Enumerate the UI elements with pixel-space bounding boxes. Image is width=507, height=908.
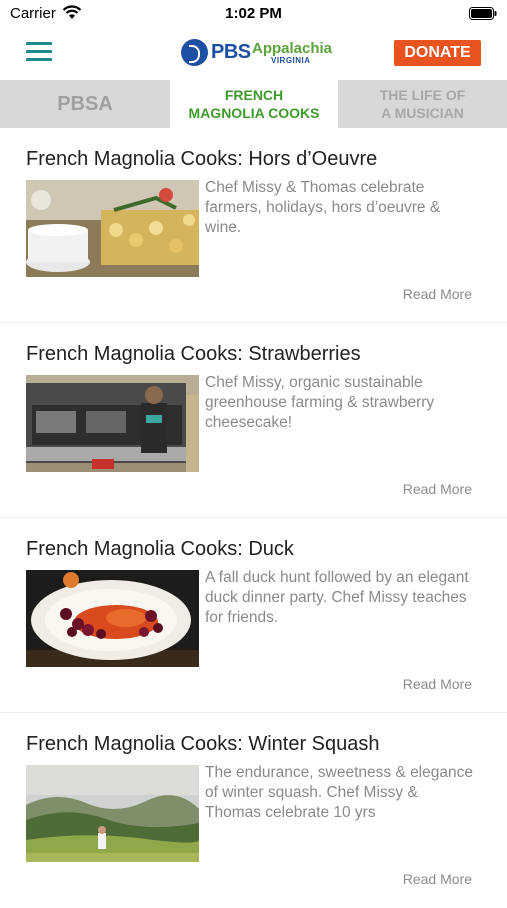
- list-item[interactable]: French Magnolia Cooks: Hors d’Oeuvre Che…: [0, 128, 507, 323]
- tab-label-line1: FRENCH: [224, 87, 284, 103]
- tab-label-line2: A MUSICIAN: [381, 105, 464, 121]
- battery-icon: [469, 7, 497, 25]
- donate-button[interactable]: DONATE: [394, 40, 481, 66]
- tab-bar: PBSA FRENCH MAGNOLIA COOKS THE LIFE OF A…: [0, 80, 507, 128]
- list-item[interactable]: French Magnolia Cooks: Strawberries Chef…: [0, 323, 507, 518]
- hamburger-menu-icon[interactable]: [26, 42, 52, 64]
- read-more-link[interactable]: Read More: [403, 286, 472, 302]
- article-title[interactable]: French Magnolia Cooks: Winter Squash: [26, 733, 380, 756]
- read-more-link[interactable]: Read More: [403, 676, 472, 692]
- article-description: Chef Missy, organic sustainable greenhou…: [205, 374, 435, 431]
- read-more-link[interactable]: Read More: [403, 481, 472, 497]
- logo-virginia-text: VIRGINIA: [271, 56, 311, 65]
- status-bar: Carrier 1:02 PM: [0, 0, 507, 28]
- article-title[interactable]: French Magnolia Cooks: Strawberries: [26, 343, 361, 366]
- logo-appalachia-text: Appalachia: [252, 40, 333, 57]
- article-description: A fall duck hunt followed by an elegant …: [205, 569, 469, 626]
- tab-life-of-a-musician[interactable]: THE LIFE OF A MUSICIAN: [338, 80, 507, 128]
- tab-label: PBSA: [57, 92, 113, 115]
- tab-pbsa[interactable]: PBSA: [0, 80, 170, 128]
- app-header: PBS Appalachia VIRGINIA DONATE: [0, 28, 507, 80]
- tab-french-magnolia-cooks[interactable]: FRENCH MAGNOLIA COOKS: [170, 80, 338, 128]
- tab-label-line1: THE LIFE OF: [379, 87, 466, 103]
- article-thumbnail[interactable]: [26, 180, 199, 277]
- status-time: 1:02 PM: [225, 5, 282, 22]
- list-item[interactable]: French Magnolia Cooks: Winter Squash The…: [0, 713, 507, 908]
- article-thumbnail[interactable]: [26, 570, 199, 667]
- article-description: The endurance, sweetness & elegance of w…: [205, 764, 473, 821]
- article-title[interactable]: French Magnolia Cooks: Duck: [26, 538, 294, 561]
- article-thumbnail[interactable]: [26, 375, 199, 472]
- logo-pbs-text: PBS: [211, 41, 251, 63]
- article-title[interactable]: French Magnolia Cooks: Hors d’Oeuvre: [26, 148, 377, 171]
- list-item[interactable]: French Magnolia Cooks: Duck A fall duck …: [0, 518, 507, 713]
- read-more-link[interactable]: Read More: [403, 871, 472, 887]
- article-thumbnail[interactable]: [26, 765, 199, 862]
- pbs-head-icon: [181, 39, 208, 66]
- article-description: Chef Missy & Thomas celebrate farmers, h…: [205, 179, 441, 236]
- tab-label-line2: MAGNOLIA COOKS: [188, 105, 320, 121]
